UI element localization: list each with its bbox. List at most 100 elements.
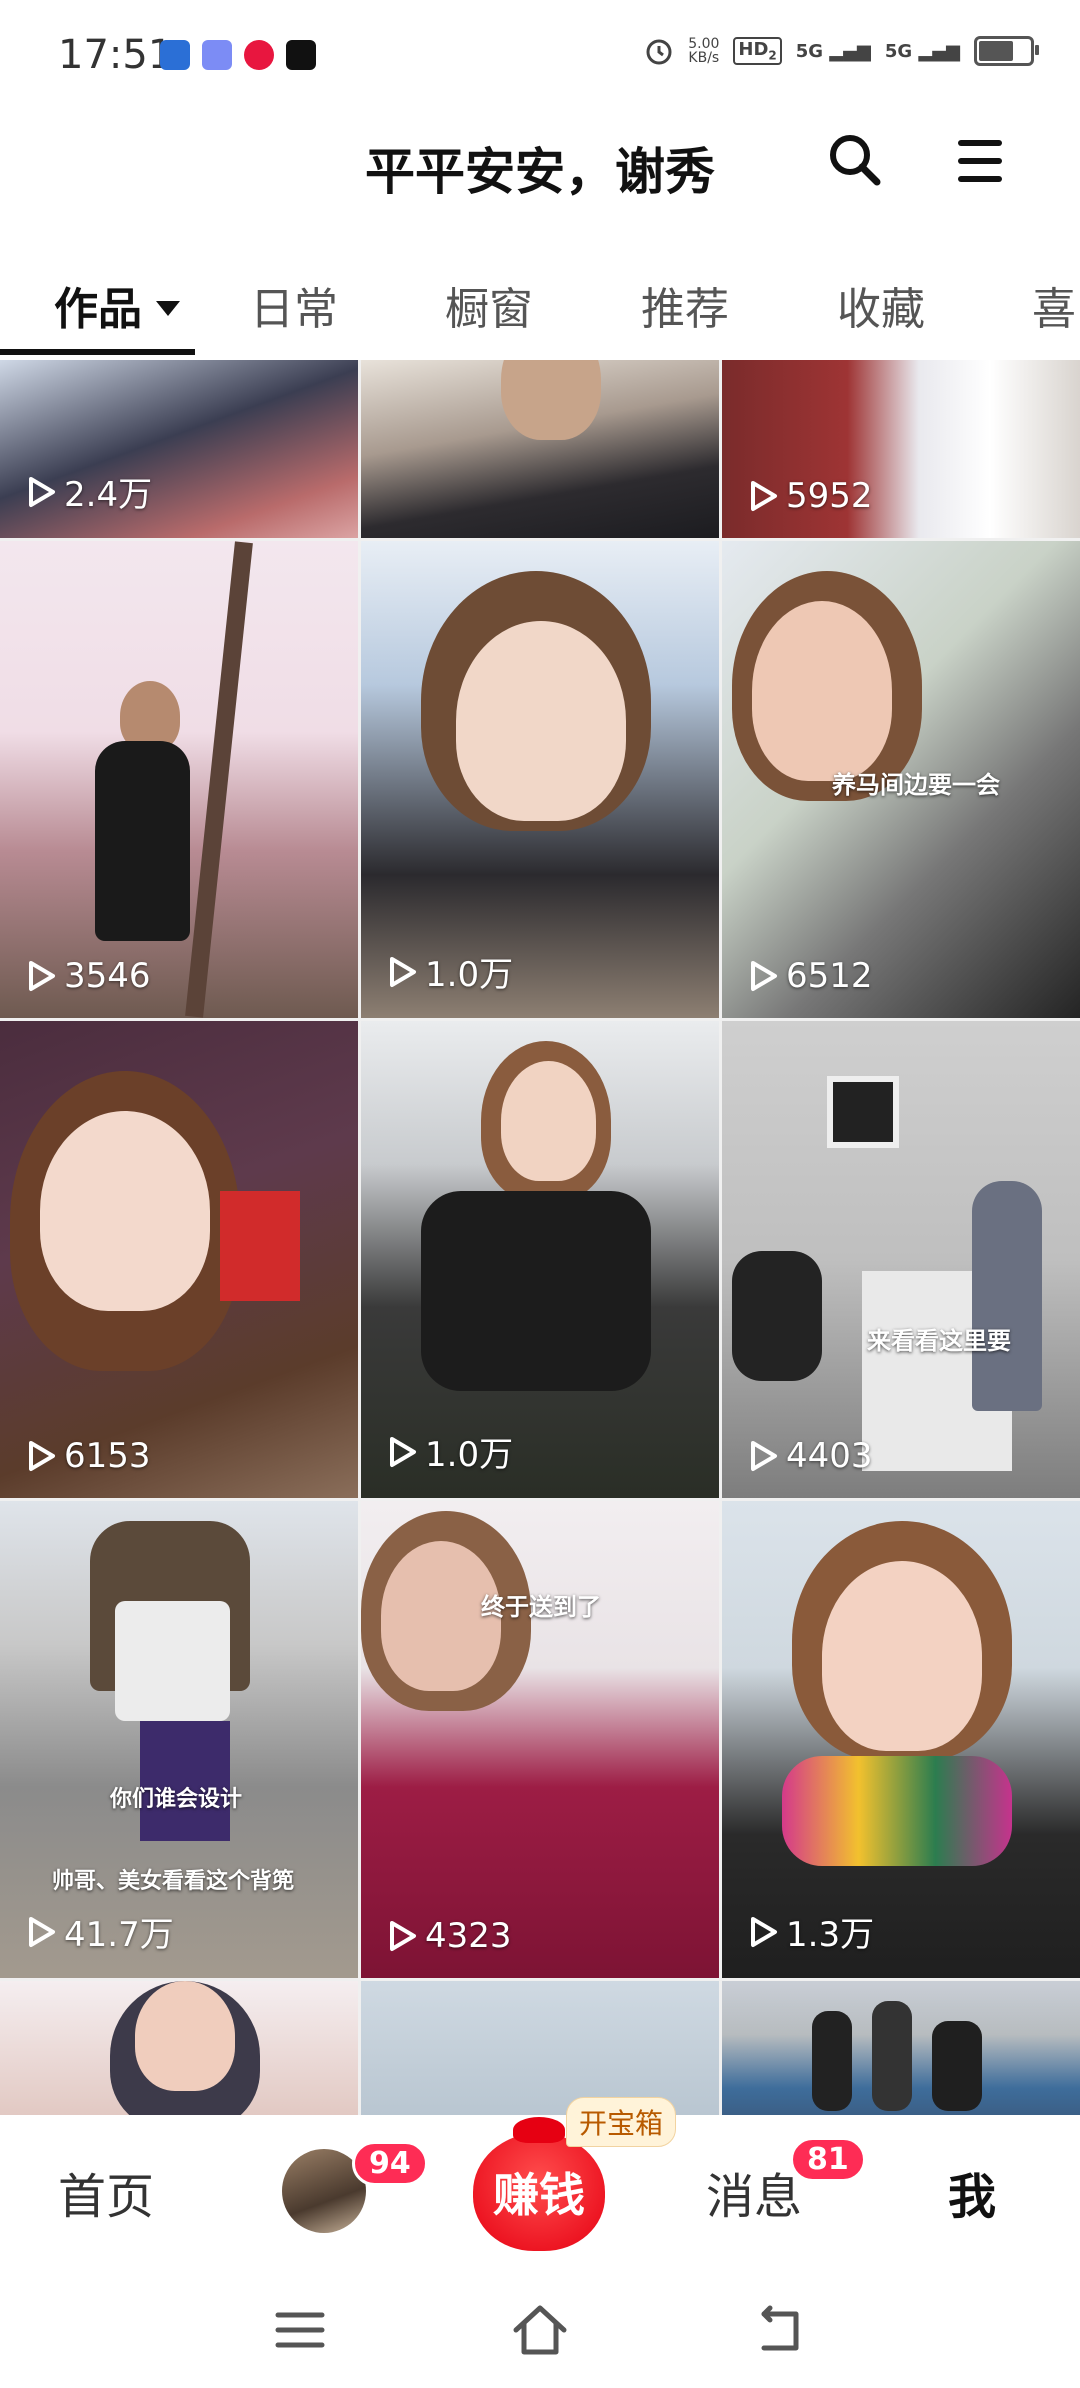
- play-count: 1.0万: [385, 947, 513, 996]
- play-icon: [29, 1441, 55, 1471]
- battery-icon: [974, 36, 1039, 66]
- status-bar: 17:51 5.00 KB/s HD2 5G ▂▄▆ 5G ▂▄▆: [0, 0, 1080, 110]
- video-tile[interactable]: 5952: [722, 360, 1080, 538]
- earn-button[interactable]: 赚钱: [473, 2117, 605, 2251]
- treasure-chest-badge[interactable]: 开宝箱: [566, 2097, 677, 2147]
- play-count: 3546: [24, 956, 151, 996]
- caret-down-icon: [156, 300, 180, 316]
- video-tile[interactable]: 1.0万: [361, 1021, 719, 1498]
- menu-icon[interactable]: [958, 140, 1008, 184]
- play-icon: [29, 961, 55, 991]
- video-tile[interactable]: [361, 360, 719, 538]
- play-count-value: 6153: [64, 1436, 151, 1476]
- messages-badge: 81: [790, 2137, 866, 2182]
- tab-likes[interactable]: 喜: [1032, 273, 1076, 337]
- signal-1-label: 5G: [795, 40, 824, 62]
- play-count-value: 41.7万: [64, 1915, 174, 1955]
- play-icon: [390, 956, 416, 987]
- signal-2-label: 5G: [884, 40, 913, 62]
- play-icon: [29, 476, 55, 507]
- video-tile[interactable]: [722, 1981, 1080, 2115]
- tab-underline: [0, 349, 195, 355]
- tab-showcase[interactable]: 橱窗: [445, 273, 533, 337]
- earn-label: 赚钱: [493, 2168, 585, 2222]
- video-tile[interactable]: [361, 1981, 719, 2115]
- nav-home[interactable]: 首页: [58, 2157, 154, 2227]
- video-tile[interactable]: 来看看这里要 4403: [722, 1021, 1080, 1498]
- video-caption: 终于送到了: [481, 1593, 601, 1621]
- play-count-value: 1.0万: [425, 955, 514, 995]
- play-count: 4323: [385, 1916, 512, 1956]
- tab-works-label: 作品: [54, 284, 142, 335]
- play-count-value: 3546: [64, 956, 151, 996]
- video-caption: 你们谁会设计: [110, 1787, 243, 1812]
- search-icon[interactable]: [825, 130, 885, 190]
- video-tile[interactable]: 2.4万: [0, 360, 358, 538]
- play-count: 4403: [746, 1436, 873, 1476]
- signal-1: 5G ▂▄▆: [795, 40, 871, 62]
- hd-indicator: HD2: [733, 37, 782, 65]
- shield-app-icon: [160, 40, 190, 70]
- profile-header: 平平安安，谢秀: [0, 110, 1080, 220]
- play-icon: [751, 961, 777, 991]
- hd-sub: 2: [768, 48, 777, 63]
- tab-recommend[interactable]: 推荐: [641, 273, 729, 337]
- status-right: 5.00 KB/s HD2 5G ▂▄▆ 5G ▂▄▆: [644, 36, 1039, 66]
- nav-me[interactable]: 我: [948, 2157, 996, 2227]
- play-count-value: 1.0万: [425, 1435, 514, 1475]
- friends-badge: 94: [352, 2141, 428, 2186]
- video-caption: 来看看这里要: [867, 1327, 1011, 1355]
- play-icon: [751, 1916, 777, 1947]
- play-count: 6512: [746, 956, 873, 996]
- net-speed-value: 5.00: [688, 36, 720, 52]
- status-time: 17:51: [58, 32, 174, 78]
- hd-label: HD: [738, 39, 769, 61]
- net-speed: 5.00 KB/s: [688, 37, 719, 65]
- play-count-value: 5952: [786, 476, 873, 516]
- video-tile[interactable]: 终于送到了 4323: [361, 1501, 719, 1978]
- video-tile[interactable]: 你们谁会设计 帅哥、美女看看这个背篼 41.7万: [0, 1501, 358, 1978]
- play-count: 1.3万: [746, 1907, 874, 1956]
- play-count: 41.7万: [24, 1907, 174, 1956]
- video-tile[interactable]: 养马间边要一会 6512: [722, 541, 1080, 1018]
- play-count: 1.0万: [385, 1427, 513, 1476]
- play-count: 2.4万: [24, 467, 152, 516]
- tab-works[interactable]: 作品: [54, 273, 180, 337]
- alarm-icon: [646, 39, 672, 65]
- play-icon: [751, 1441, 777, 1471]
- play-icon: [751, 481, 777, 511]
- baby-app-icon: [202, 40, 232, 70]
- signal-2: 5G ▂▄▆: [884, 40, 960, 62]
- video-tile[interactable]: 1.0万: [361, 541, 719, 1018]
- profile-tabs: 作品 日常 橱窗 推荐 收藏 喜: [0, 255, 1080, 355]
- video-caption: 帅哥、美女看看这个背篼: [52, 1869, 295, 1894]
- video-tile[interactable]: 1.3万: [722, 1501, 1080, 1978]
- video-tile[interactable]: 3546: [0, 541, 358, 1018]
- recent-apps-icon[interactable]: [270, 2300, 330, 2360]
- play-icon: [390, 1921, 416, 1951]
- play-count-value: 2.4万: [64, 475, 153, 515]
- tab-daily[interactable]: 日常: [250, 273, 338, 337]
- play-app-icon: [244, 40, 274, 70]
- back-icon[interactable]: [750, 2300, 810, 2360]
- net-speed-unit: KB/s: [688, 50, 720, 66]
- play-count-value: 1.3万: [786, 1915, 875, 1955]
- system-nav: [0, 2270, 1080, 2388]
- status-app-icons: [160, 40, 316, 70]
- play-icon: [29, 1916, 55, 1947]
- home-icon[interactable]: [510, 2300, 570, 2360]
- page-title: 平平安安，谢秀: [365, 143, 715, 201]
- play-count: 6153: [24, 1436, 151, 1476]
- video-tile[interactable]: [0, 1981, 358, 2115]
- play-count-value: 4323: [425, 1916, 512, 1956]
- play-count: 5952: [746, 476, 873, 516]
- play-icon: [390, 1436, 416, 1467]
- video-tile[interactable]: 6153: [0, 1021, 358, 1498]
- tiktok-app-icon: [286, 40, 316, 70]
- tab-favorites[interactable]: 收藏: [837, 273, 925, 337]
- bottom-nav: 首页 94 赚钱 开宝箱 消息 81 我: [0, 2097, 1080, 2270]
- nav-messages[interactable]: 消息: [706, 2157, 802, 2227]
- play-count-value: 4403: [786, 1436, 873, 1476]
- video-grid: 2.4万 5952 3546 1.0万 养马间边要一会 6512 6153 1.…: [0, 360, 1080, 2115]
- play-count-value: 6512: [786, 956, 873, 996]
